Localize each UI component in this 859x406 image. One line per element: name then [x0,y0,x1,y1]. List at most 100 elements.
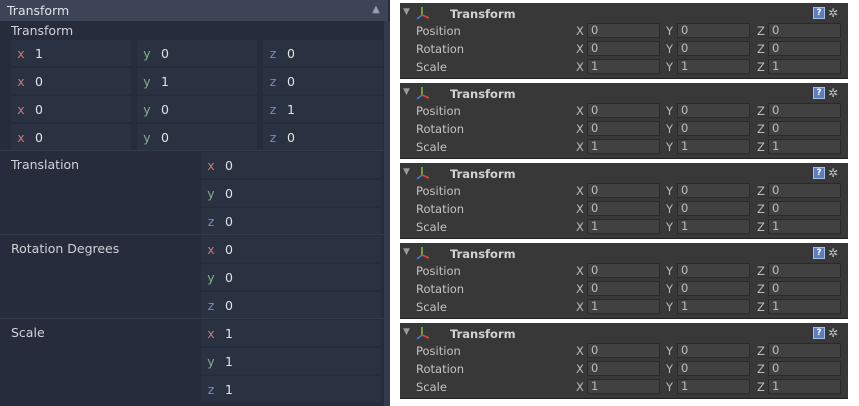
axis-label-z[interactable]: Z [757,362,767,376]
axis-label-y[interactable]: Y [666,282,676,296]
matrix-r1-y-field[interactable]: y1 [137,68,257,94]
property-2-z-field[interactable]: z1 [201,376,381,402]
foldout-arrow-icon[interactable]: ▼ [403,326,413,338]
x-value-field[interactable]: 1 [587,219,660,234]
collapse-arrow-icon[interactable]: ▲ [370,4,382,16]
y-value-field[interactable]: 0 [677,263,750,278]
help-book-icon[interactable]: ? [813,327,825,339]
matrix-r0-z-field[interactable]: z0 [263,40,383,66]
axis-label-y[interactable]: Y [666,264,676,278]
z-value-field[interactable]: 0 [768,201,841,216]
z-value-field[interactable]: 0 [768,263,841,278]
matrix-r2-z-field[interactable]: z1 [263,96,383,122]
axis-label-z[interactable]: Z [757,220,767,234]
axis-label-x[interactable]: X [576,282,586,296]
axis-label-z[interactable]: Z [757,104,767,118]
axis-label-x[interactable]: X [576,122,586,136]
axis-label-x[interactable]: X [576,24,586,38]
matrix-r3-z-field[interactable]: z0 [263,124,383,150]
x-value-field[interactable]: 0 [587,103,660,118]
property-0-x-field[interactable]: x0 [201,152,381,178]
y-value-field[interactable]: 0 [677,41,750,56]
help-book-icon[interactable]: ? [813,247,825,259]
foldout-arrow-icon[interactable]: ▼ [403,246,413,258]
matrix-r0-x-field[interactable]: x1 [11,40,131,66]
axis-label-z[interactable]: Z [757,42,767,56]
z-value-field[interactable]: 1 [768,299,841,314]
x-value-field[interactable]: 0 [587,281,660,296]
z-value-field[interactable]: 1 [768,139,841,154]
z-value-field[interactable]: 1 [768,379,841,394]
axis-label-y[interactable]: Y [666,184,676,198]
z-value-field[interactable]: 0 [768,183,841,198]
axis-label-y[interactable]: Y [666,202,676,216]
axis-label-y[interactable]: Y [666,42,676,56]
z-value-field[interactable]: 1 [768,219,841,234]
gear-icon[interactable]: ✲ [828,86,844,100]
y-value-field[interactable]: 0 [677,121,750,136]
x-value-field[interactable]: 0 [587,41,660,56]
property-0-z-field[interactable]: z0 [201,208,381,234]
axis-label-y[interactable]: Y [666,140,676,154]
axis-label-y[interactable]: Y [666,60,676,74]
axis-label-x[interactable]: X [576,264,586,278]
x-value-field[interactable]: 0 [587,263,660,278]
property-1-x-field[interactable]: x0 [201,236,381,262]
axis-label-z[interactable]: Z [757,140,767,154]
foldout-arrow-icon[interactable]: ▼ [403,86,413,98]
y-value-field[interactable]: 0 [677,201,750,216]
axis-label-x[interactable]: X [576,344,586,358]
y-value-field[interactable]: 1 [677,219,750,234]
gear-icon[interactable]: ✲ [828,326,844,340]
z-value-field[interactable]: 0 [768,343,841,358]
axis-label-x[interactable]: X [576,220,586,234]
axis-label-x[interactable]: X [576,380,586,394]
axis-label-z[interactable]: Z [757,60,767,74]
gear-icon[interactable]: ✲ [828,246,844,260]
axis-label-y[interactable]: Y [666,344,676,358]
matrix-r0-y-field[interactable]: y0 [137,40,257,66]
axis-label-z[interactable]: Z [757,122,767,136]
y-value-field[interactable]: 0 [677,183,750,198]
axis-label-y[interactable]: Y [666,24,676,38]
axis-label-z[interactable]: Z [757,344,767,358]
x-value-field[interactable]: 0 [587,183,660,198]
y-value-field[interactable]: 0 [677,281,750,296]
property-1-y-field[interactable]: y0 [201,264,381,290]
axis-label-x[interactable]: X [576,42,586,56]
axis-label-y[interactable]: Y [666,362,676,376]
y-value-field[interactable]: 1 [677,139,750,154]
axis-label-z[interactable]: Z [757,184,767,198]
scrollbar[interactable] [384,21,390,406]
y-value-field[interactable]: 0 [677,343,750,358]
foldout-arrow-icon[interactable]: ▼ [403,6,413,18]
x-value-field[interactable]: 0 [587,23,660,38]
x-value-field[interactable]: 0 [587,361,660,376]
y-value-field[interactable]: 0 [677,23,750,38]
z-value-field[interactable]: 1 [768,59,841,74]
axis-label-x[interactable]: X [576,140,586,154]
matrix-r1-z-field[interactable]: z0 [263,68,383,94]
property-0-y-field[interactable]: y0 [201,180,381,206]
axis-label-x[interactable]: X [576,60,586,74]
y-value-field[interactable]: 0 [677,103,750,118]
axis-label-x[interactable]: X [576,300,586,314]
transform-section-header[interactable]: Transform ▲ [0,0,388,21]
help-book-icon[interactable]: ? [813,167,825,179]
axis-label-z[interactable]: Z [757,24,767,38]
gear-icon[interactable]: ✲ [828,6,844,20]
axis-label-x[interactable]: X [576,104,586,118]
matrix-r3-y-field[interactable]: y0 [137,124,257,150]
axis-label-x[interactable]: X [576,202,586,216]
axis-label-z[interactable]: Z [757,264,767,278]
axis-label-y[interactable]: Y [666,300,676,314]
gear-icon[interactable]: ✲ [828,166,844,180]
property-2-x-field[interactable]: x1 [201,320,381,346]
z-value-field[interactable]: 0 [768,103,841,118]
matrix-r2-y-field[interactable]: y0 [137,96,257,122]
z-value-field[interactable]: 0 [768,121,841,136]
help-book-icon[interactable]: ? [813,87,825,99]
x-value-field[interactable]: 1 [587,59,660,74]
axis-label-z[interactable]: Z [757,282,767,296]
foldout-arrow-icon[interactable]: ▼ [403,166,413,178]
